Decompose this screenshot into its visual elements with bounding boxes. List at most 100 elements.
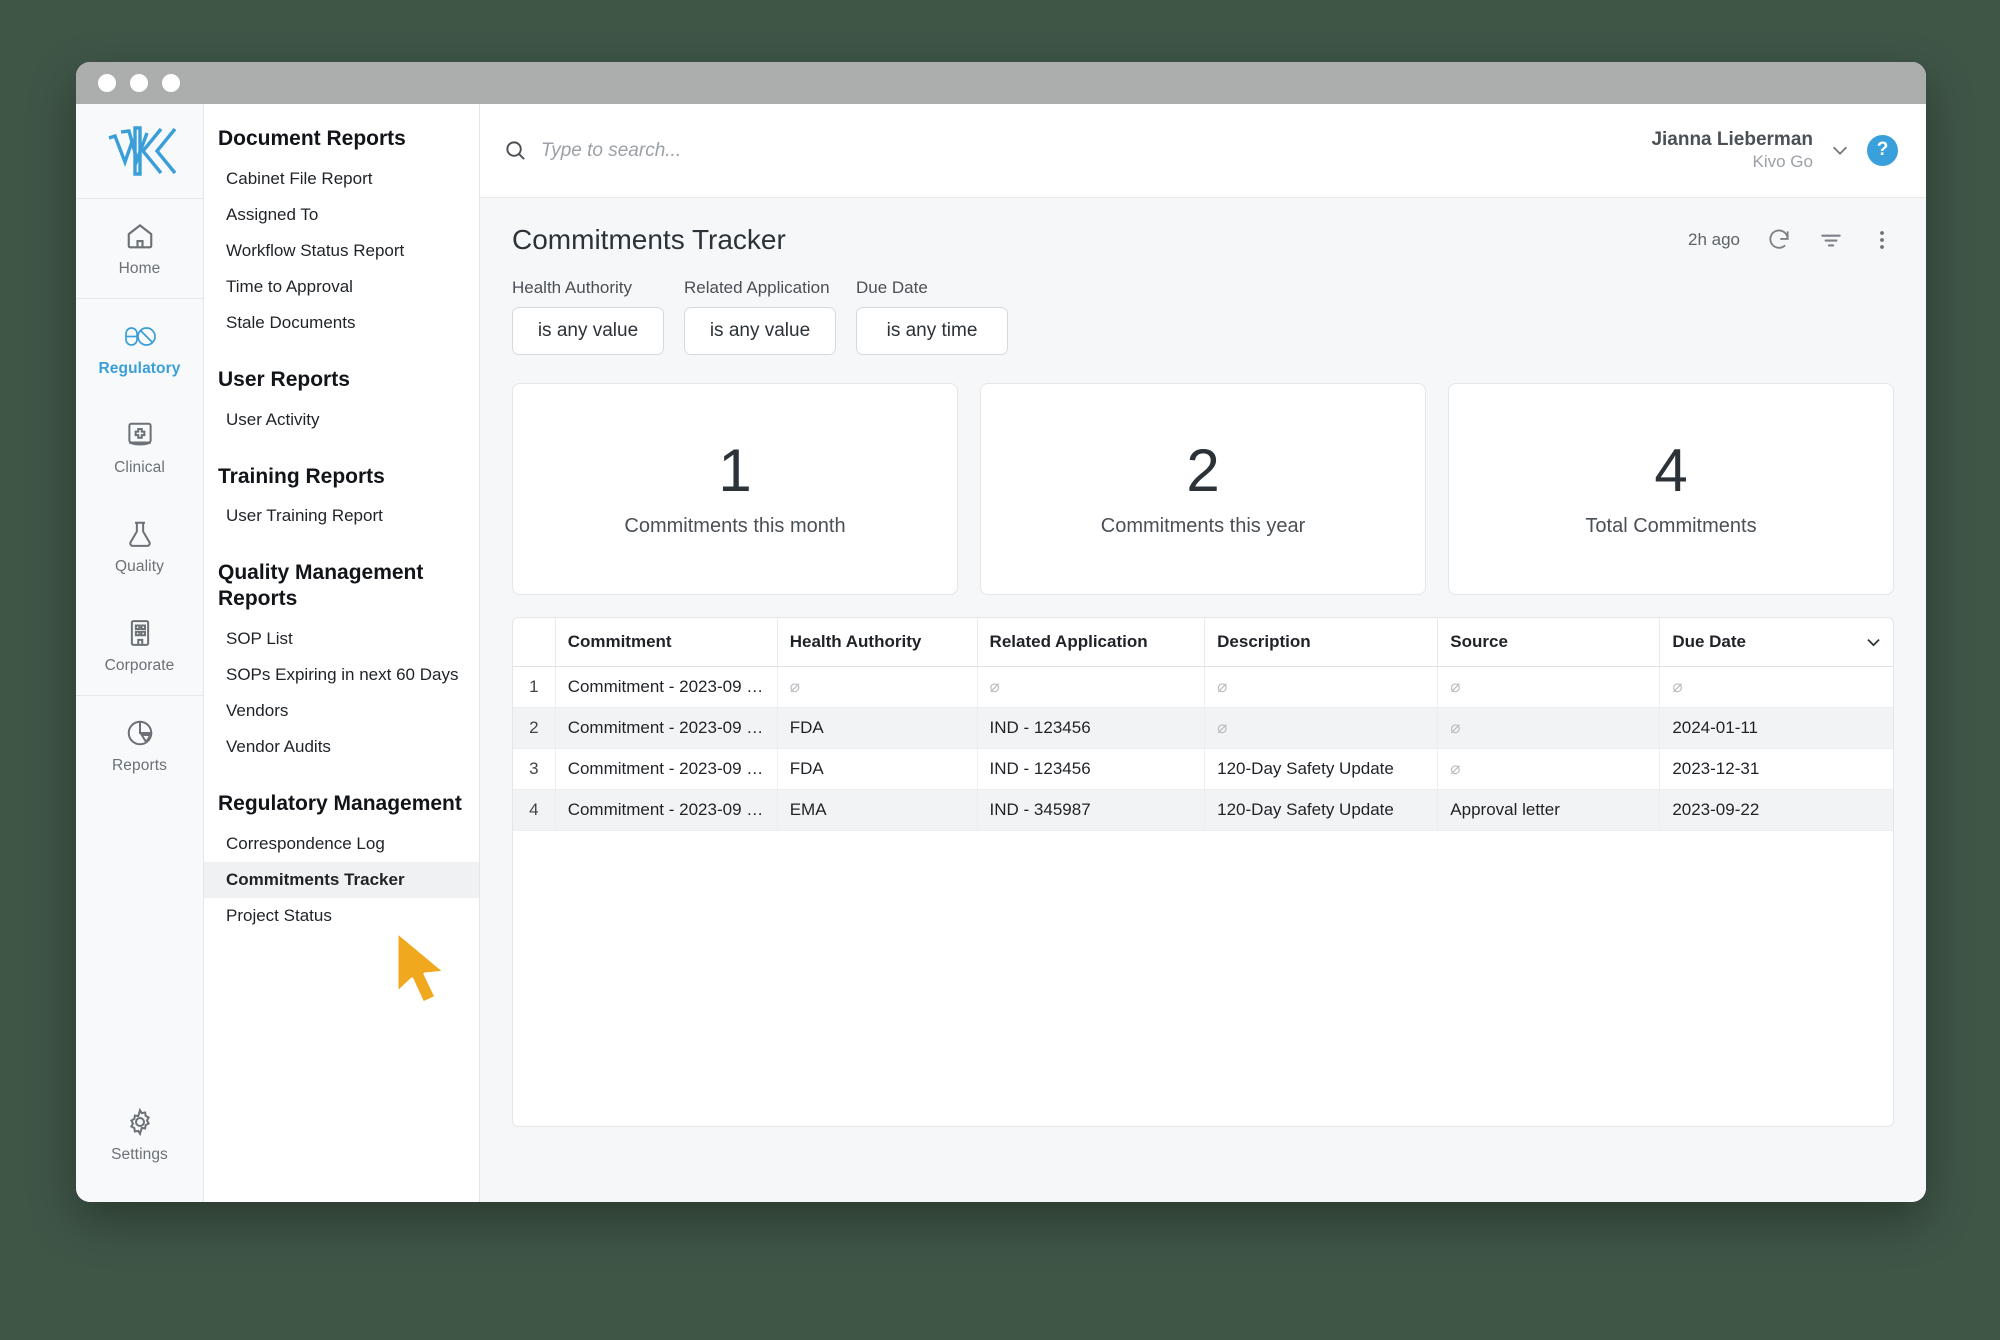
cell-related-application: IND - 345987 (976, 789, 1205, 831)
report-item-user-training-report[interactable]: User Training Report (204, 498, 479, 534)
sidebar-item-home[interactable]: Home (76, 199, 203, 298)
search-placeholder: Type to search... (541, 139, 682, 161)
cell-commitment: Commitment - 2023-09 … (554, 707, 778, 749)
filter-related-application: Related Application is any value (684, 278, 836, 355)
search-icon (506, 141, 525, 160)
report-item-vendors[interactable]: Vendors (204, 693, 479, 729)
page-header: Commitments Tracker 2h ago (512, 224, 1894, 256)
row-index: 2 (513, 707, 556, 749)
window-title-bar (76, 62, 1926, 104)
column-due-date[interactable]: Due Date (1659, 618, 1893, 667)
commitments-table: Commitment Health Authority Related Appl… (513, 618, 1893, 831)
filter-bar: Health Authority is any value Related Ap… (512, 278, 1894, 355)
cell-description: 120-Day Safety Update (1204, 748, 1438, 790)
table-row[interactable]: 1 Commitment - 2023-09 … ⌀ ⌀ ⌀ ⌀ ⌀ (513, 666, 1893, 708)
window-close-button[interactable] (98, 74, 116, 92)
cell-source: ⌀ (1437, 707, 1660, 749)
report-item-time-to-approval[interactable]: Time to Approval (204, 269, 479, 305)
user-info: Jianna Lieberman Kivo Go (1651, 129, 1813, 171)
reports-group-title: Training Reports (218, 464, 385, 488)
sidebar-item-reports[interactable]: Reports (76, 696, 203, 795)
report-item-vendor-audits[interactable]: Vendor Audits (204, 729, 479, 765)
search-input[interactable]: Type to search... (480, 139, 1651, 162)
kpi-label: Commitments this month (624, 514, 846, 537)
report-item-assigned-to[interactable]: Assigned To (204, 197, 479, 233)
null-glyph: ⌀ (1450, 759, 1461, 778)
column-source[interactable]: Source (1437, 618, 1660, 667)
kivo-logo-icon (107, 126, 176, 176)
row-index: 4 (513, 789, 556, 831)
report-item-cabinet-file-report[interactable]: Cabinet File Report (204, 161, 479, 197)
window-minimize-button[interactable] (130, 74, 148, 92)
null-glyph: ⌀ (1450, 718, 1461, 737)
reports-list: Document Reports Cabinet File Report Ass… (204, 104, 479, 934)
null-glyph: ⌀ (1450, 677, 1461, 696)
app-body: Home Regulatory Clinical Quality Corpora… (76, 104, 1926, 1202)
null-glyph: ⌀ (1217, 718, 1228, 737)
report-item-sop-list[interactable]: SOP List (204, 621, 479, 657)
window-maximize-button[interactable] (162, 74, 180, 92)
more-vertical-icon[interactable] (1870, 227, 1894, 253)
chevron-down-icon[interactable] (1864, 633, 1883, 652)
column-health-authority[interactable]: Health Authority (776, 618, 978, 667)
cell-health-authority: FDA (776, 748, 978, 790)
app-window: Home Regulatory Clinical Quality Corpora… (76, 62, 1926, 1202)
flask-icon (128, 521, 151, 547)
null-glyph: ⌀ (789, 677, 800, 696)
sidebar-item-corporate[interactable]: Corporate (76, 596, 203, 695)
report-item-correspondence-log[interactable]: Correspondence Log (204, 826, 479, 862)
filter-due-date: Due Date is any time (856, 278, 1008, 355)
reports-list-panel: Document Reports Cabinet File Report Ass… (204, 104, 480, 1202)
kpi-label: Total Commitments (1585, 514, 1757, 537)
report-item-project-status[interactable]: Project Status (204, 898, 479, 934)
cell-health-authority: ⌀ (776, 666, 978, 708)
last-updated-label: 2h ago (1688, 230, 1740, 249)
cell-related-application: IND - 123456 (976, 707, 1205, 749)
sidebar-item-clinical[interactable]: Clinical (76, 398, 203, 497)
cell-due-date: ⌀ (1659, 666, 1893, 708)
column-related-application[interactable]: Related Application (976, 618, 1205, 667)
cell-source: ⌀ (1437, 748, 1660, 790)
sidebar-item-label: Clinical (114, 459, 165, 476)
kivo-logo[interactable] (76, 104, 203, 198)
filter-value-due-date[interactable]: is any time (856, 307, 1008, 355)
filter-value-related-application[interactable]: is any value (684, 307, 836, 355)
cell-source: ⌀ (1437, 666, 1660, 708)
row-index: 1 (513, 666, 556, 708)
sidebar-item-settings[interactable]: Settings (76, 1085, 203, 1184)
sidebar-item-quality[interactable]: Quality (76, 497, 203, 596)
column-description[interactable]: Description (1204, 618, 1438, 667)
primary-nav-rail: Home Regulatory Clinical Quality Corpora… (76, 104, 204, 1202)
null-glyph: ⌀ (989, 677, 1000, 696)
user-menu[interactable]: Jianna Lieberman Kivo Go ? (1651, 129, 1898, 171)
report-item-workflow-status-report[interactable]: Workflow Status Report (204, 233, 479, 269)
filter-icon[interactable] (1818, 227, 1844, 253)
table-header-row: Commitment Health Authority Related Appl… (513, 618, 1893, 667)
filter-label: Due Date (856, 278, 928, 297)
cell-description: ⌀ (1204, 707, 1438, 749)
kpi-value: 2 (1186, 436, 1220, 504)
cell-description: ⌀ (1204, 666, 1438, 708)
column-index (513, 618, 556, 667)
table-row[interactable]: 4 Commitment - 2023-09 … EMA IND - 34598… (513, 789, 1893, 831)
main-area: Type to search... Jianna Lieberman Kivo … (480, 104, 1926, 1202)
sidebar-item-label: Reports (112, 757, 167, 774)
kpi-value: 4 (1654, 436, 1688, 504)
chevron-down-icon[interactable] (1829, 139, 1851, 161)
help-button[interactable]: ? (1867, 134, 1898, 166)
table-row[interactable]: 2 Commitment - 2023-09 … FDA IND - 12345… (513, 707, 1893, 749)
column-commitment[interactable]: Commitment (554, 618, 778, 667)
reports-group-title: User Reports (218, 368, 350, 392)
report-item-user-activity[interactable]: User Activity (204, 402, 479, 438)
report-item-commitments-tracker[interactable]: Commitments Tracker (204, 861, 479, 898)
desktop-background: Home Regulatory Clinical Quality Corpora… (0, 0, 2000, 1340)
refresh-icon[interactable] (1766, 227, 1792, 253)
sidebar-item-regulatory[interactable]: Regulatory (76, 299, 203, 398)
home-icon (127, 224, 152, 249)
table-header: Commitment Health Authority Related Appl… (513, 618, 1893, 667)
report-item-stale-documents[interactable]: Stale Documents (204, 305, 479, 341)
filter-value-health-authority[interactable]: is any value (512, 307, 664, 355)
filter-health-authority: Health Authority is any value (512, 278, 664, 355)
table-row[interactable]: 3 Commitment - 2023-09 … FDA IND - 12345… (513, 748, 1893, 790)
report-item-sops-expiring[interactable]: SOPs Expiring in next 60 Days (204, 657, 479, 693)
